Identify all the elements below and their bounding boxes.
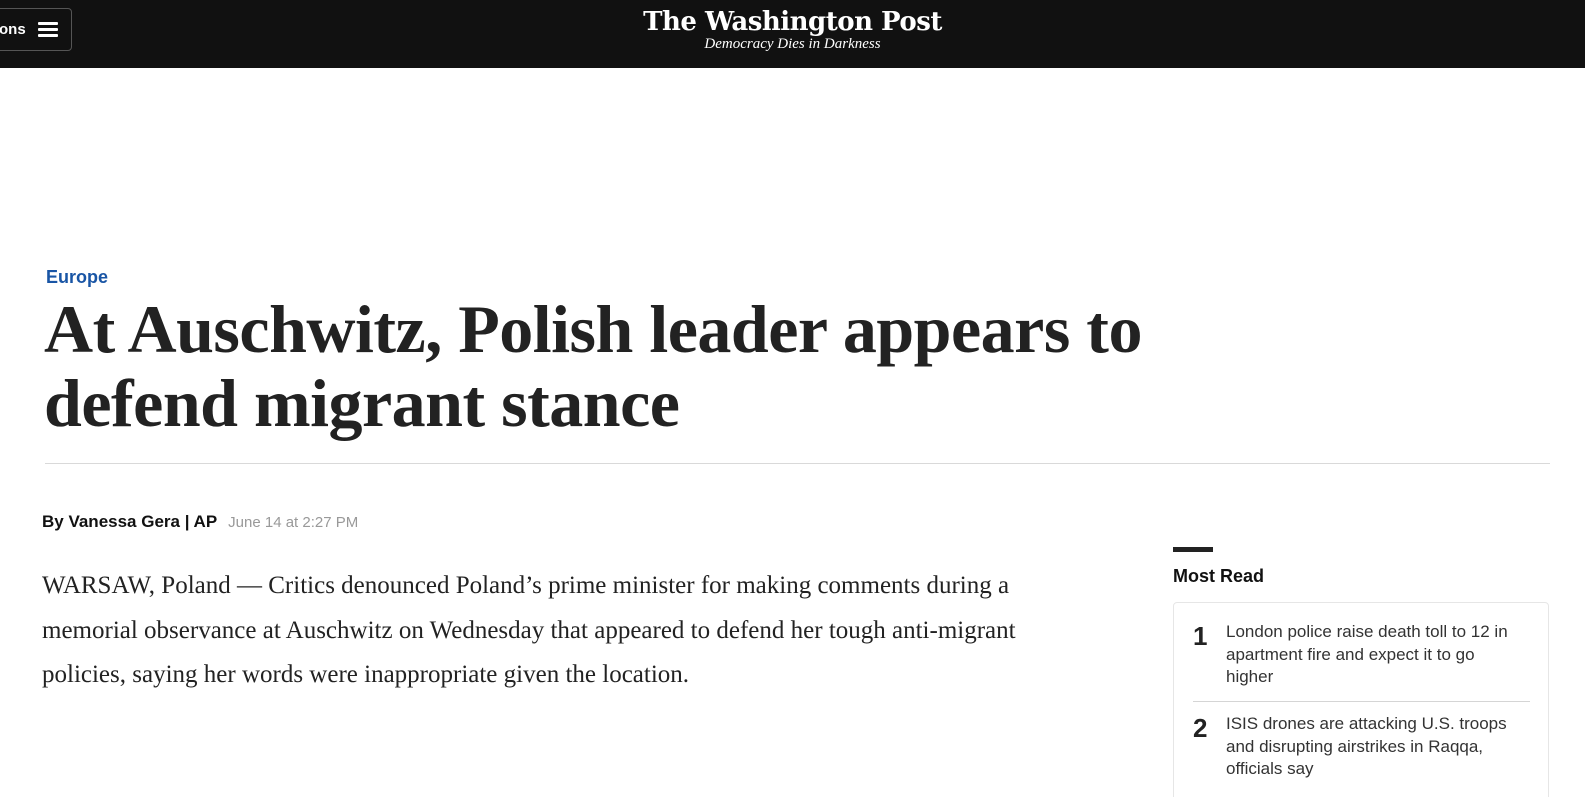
- most-read-title: Most Read: [1173, 566, 1265, 586]
- most-read-item[interactable]: 2 ISIS drones are attacking U.S. troops …: [1193, 713, 1530, 781]
- publish-timestamp: June 14 at 2:27 PM: [228, 514, 359, 531]
- most-read-list: 1 London police raise death toll to 12 i…: [1173, 602, 1549, 797]
- byline: By Vanessa Gera | AP June 14 at 2:27 PM: [42, 512, 358, 532]
- most-read-headline[interactable]: London police raise death toll to 12 in …: [1226, 621, 1516, 689]
- site-logo[interactable]: The Washington Post Democracy Dies in Da…: [600, 4, 985, 52]
- section-kicker-link[interactable]: Europe: [46, 267, 108, 288]
- article-headline: At Auschwitz, Polish leader appears to d…: [44, 291, 1142, 441]
- top-navigation-bar: ons The Washington Post Democracy Dies i…: [0, 0, 1585, 68]
- most-read-headline[interactable]: ISIS drones are attacking U.S. troops an…: [1226, 713, 1516, 781]
- article-lede-paragraph: WARSAW, Poland — Critics denounced Polan…: [42, 572, 1016, 688]
- most-read-accent-bar: [1173, 547, 1213, 552]
- sections-menu-button[interactable]: ons: [0, 8, 72, 51]
- author-name[interactable]: By Vanessa Gera | AP: [42, 512, 217, 532]
- most-read-item[interactable]: 1 London police raise death toll to 12 i…: [1193, 621, 1530, 689]
- sections-label: ons: [0, 21, 26, 38]
- logo-wordmark: The Washington Post: [643, 7, 942, 37]
- most-read-rank: 1: [1193, 621, 1208, 651]
- most-read-rank: 2: [1193, 713, 1208, 743]
- hamburger-icon: [38, 21, 58, 38]
- headline-divider: [45, 463, 1550, 464]
- most-read-divider: [1193, 701, 1530, 702]
